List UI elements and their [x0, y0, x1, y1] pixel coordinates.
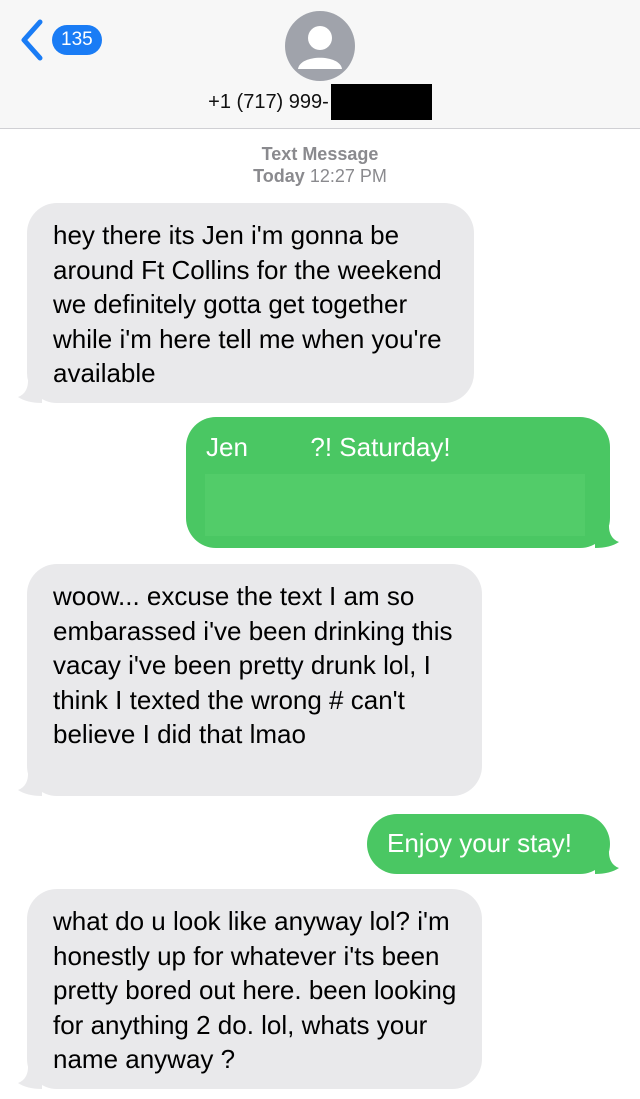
thread-meta: Text Message Today 12:27 PM	[0, 143, 640, 187]
message-text: Enjoy your stay!	[387, 828, 572, 858]
thread-day: Today	[253, 166, 305, 186]
thread-time: 12:27 PM	[309, 166, 387, 186]
message-incoming[interactable]: woow... excuse the text I am so embarass…	[18, 564, 482, 796]
message-text: woow... excuse the text I am so embarass…	[53, 581, 453, 749]
message-text: hey there its Jen i'm gonna be around Ft…	[53, 220, 442, 388]
message-incoming[interactable]: hey there its Jen i'm gonna be around Ft…	[18, 203, 474, 403]
bubble-tail	[595, 852, 619, 874]
back-button[interactable]: 135	[18, 18, 102, 62]
bubble-tail	[595, 526, 619, 548]
message-text: what do u look like anyway lol? i'm hone…	[53, 906, 457, 1074]
person-avatar-icon[interactable]	[285, 11, 355, 81]
redacted-text-block	[205, 474, 585, 536]
message-outgoing[interactable]: Enjoy your stay!	[367, 814, 619, 874]
contact-number: +1 (717) 999-	[208, 90, 329, 113]
service-label: Text Message	[261, 144, 379, 164]
bubble-tail	[18, 1067, 42, 1089]
contact-name-button[interactable]: +1 (717) 999-	[0, 84, 640, 120]
redacted-name	[255, 434, 304, 465]
conversation-header: 135 +1 (717) 999-	[0, 0, 640, 129]
message-text-start: Jen	[206, 432, 248, 462]
redaction-bar	[330, 84, 432, 120]
message-text-end: ?! Saturday!	[310, 432, 451, 462]
chevron-left-icon	[21, 19, 43, 61]
bubble-tail	[18, 381, 42, 403]
unread-count-badge: 135	[52, 25, 102, 55]
bubble-tail	[18, 774, 42, 796]
message-incoming[interactable]: what do u look like anyway lol? i'm hone…	[18, 889, 482, 1089]
